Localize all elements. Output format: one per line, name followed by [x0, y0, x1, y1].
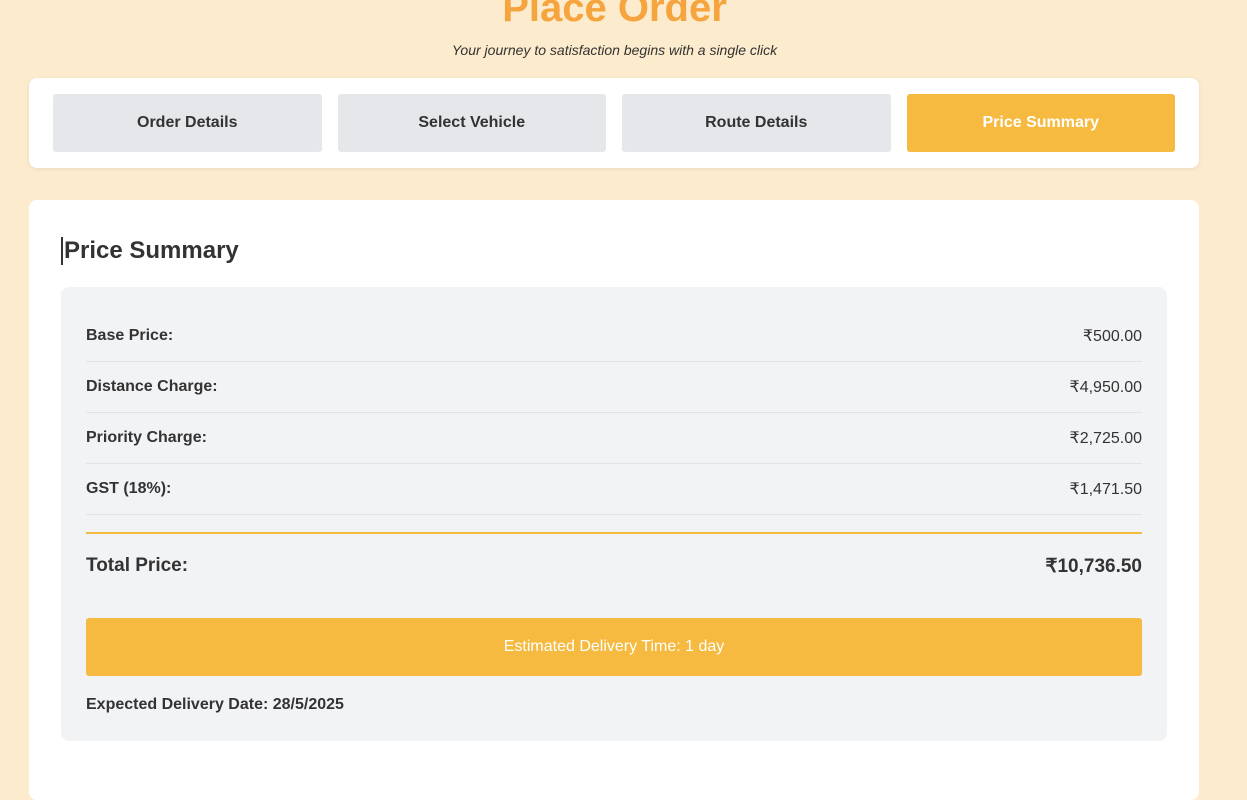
row-value: ₹4,950.00: [1069, 379, 1142, 396]
tab-price-summary[interactable]: Price Summary: [906, 94, 1175, 152]
price-row: Base Price: ₹500.00: [86, 311, 1142, 362]
step-tabs: Order Details Select Vehicle Route Detai…: [29, 78, 1199, 168]
row-label: Base Price:: [86, 327, 174, 344]
page-title: Place Order: [502, 0, 727, 30]
tab-route-details[interactable]: Route Details: [622, 94, 891, 152]
tab-select-vehicle[interactable]: Select Vehicle: [337, 94, 606, 152]
total-row: Total Price: ₹10,736.50: [86, 534, 1142, 598]
estimated-delivery-banner: Estimated Delivery Time: 1 day: [86, 618, 1142, 676]
row-value: ₹1,471.50: [1069, 481, 1142, 498]
row-label: GST (18%):: [86, 480, 172, 497]
row-label: Priority Charge:: [86, 429, 207, 446]
total-value: ₹10,736.50: [1045, 555, 1142, 577]
row-label: Distance Charge:: [86, 378, 218, 395]
price-summary-card: Price Summary Base Price: ₹500.00 Distanc…: [29, 200, 1199, 800]
price-breakdown: Base Price: ₹500.00 Distance Charge: ₹4,95…: [61, 287, 1167, 741]
section-heading: Price Summary: [61, 237, 239, 265]
tab-order-details[interactable]: Order Details: [53, 94, 322, 152]
price-row: Distance Charge: ₹4,950.00: [86, 362, 1142, 413]
price-row: Priority Charge: ₹2,725.00: [86, 413, 1142, 464]
page-subtitle: Your journey to satisfaction begins with…: [451, 42, 778, 58]
price-row: GST (18%): ₹1,471.50: [86, 464, 1142, 515]
row-value: ₹500.00: [1082, 328, 1142, 345]
row-value: ₹2,725.00: [1069, 430, 1142, 447]
expected-delivery-date: Expected Delivery Date: 28/5/2025: [86, 696, 344, 713]
total-label: Total Price:: [86, 555, 189, 576]
